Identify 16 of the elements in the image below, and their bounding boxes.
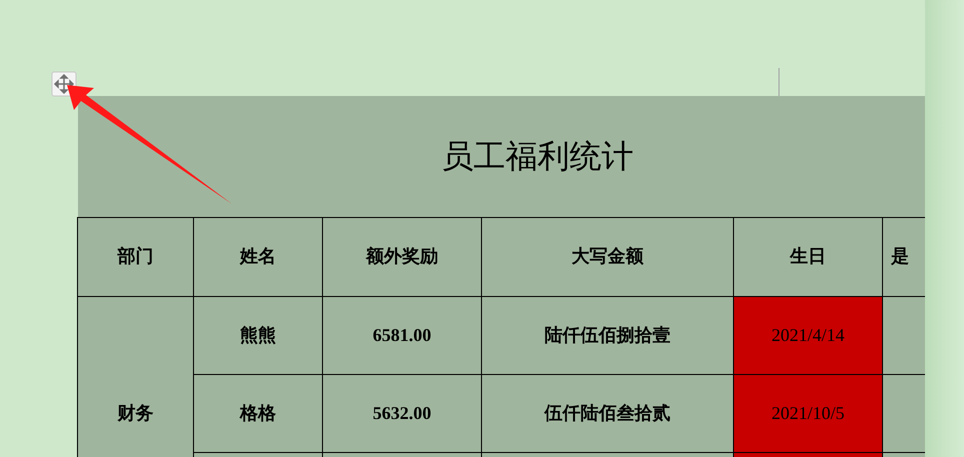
table-cell: 伍仟陆佰叁拾贰 (544, 402, 670, 422)
table-cell: 6581.00 (372, 324, 432, 344)
table-cell: 熊熊 (240, 324, 276, 344)
table-cell: 财务 (118, 402, 154, 422)
column-header: 生日 (790, 246, 826, 266)
table-cell: 格格 (240, 402, 276, 422)
table-cell: 2021/4/14 (771, 324, 844, 344)
table-title: 员工福利统计 (442, 138, 634, 174)
column-header: 部门 (118, 246, 154, 266)
table-cell: 陆仟伍佰捌拾壹 (544, 324, 670, 344)
column-header: 姓名 (240, 246, 276, 266)
column-header: 大写金额 (572, 246, 644, 266)
column-header: 额外奖励 (366, 246, 438, 266)
table-cell: 5632.00 (372, 402, 432, 422)
column-header: 是 (891, 246, 909, 266)
table-cell: 2021/10/5 (771, 402, 844, 422)
